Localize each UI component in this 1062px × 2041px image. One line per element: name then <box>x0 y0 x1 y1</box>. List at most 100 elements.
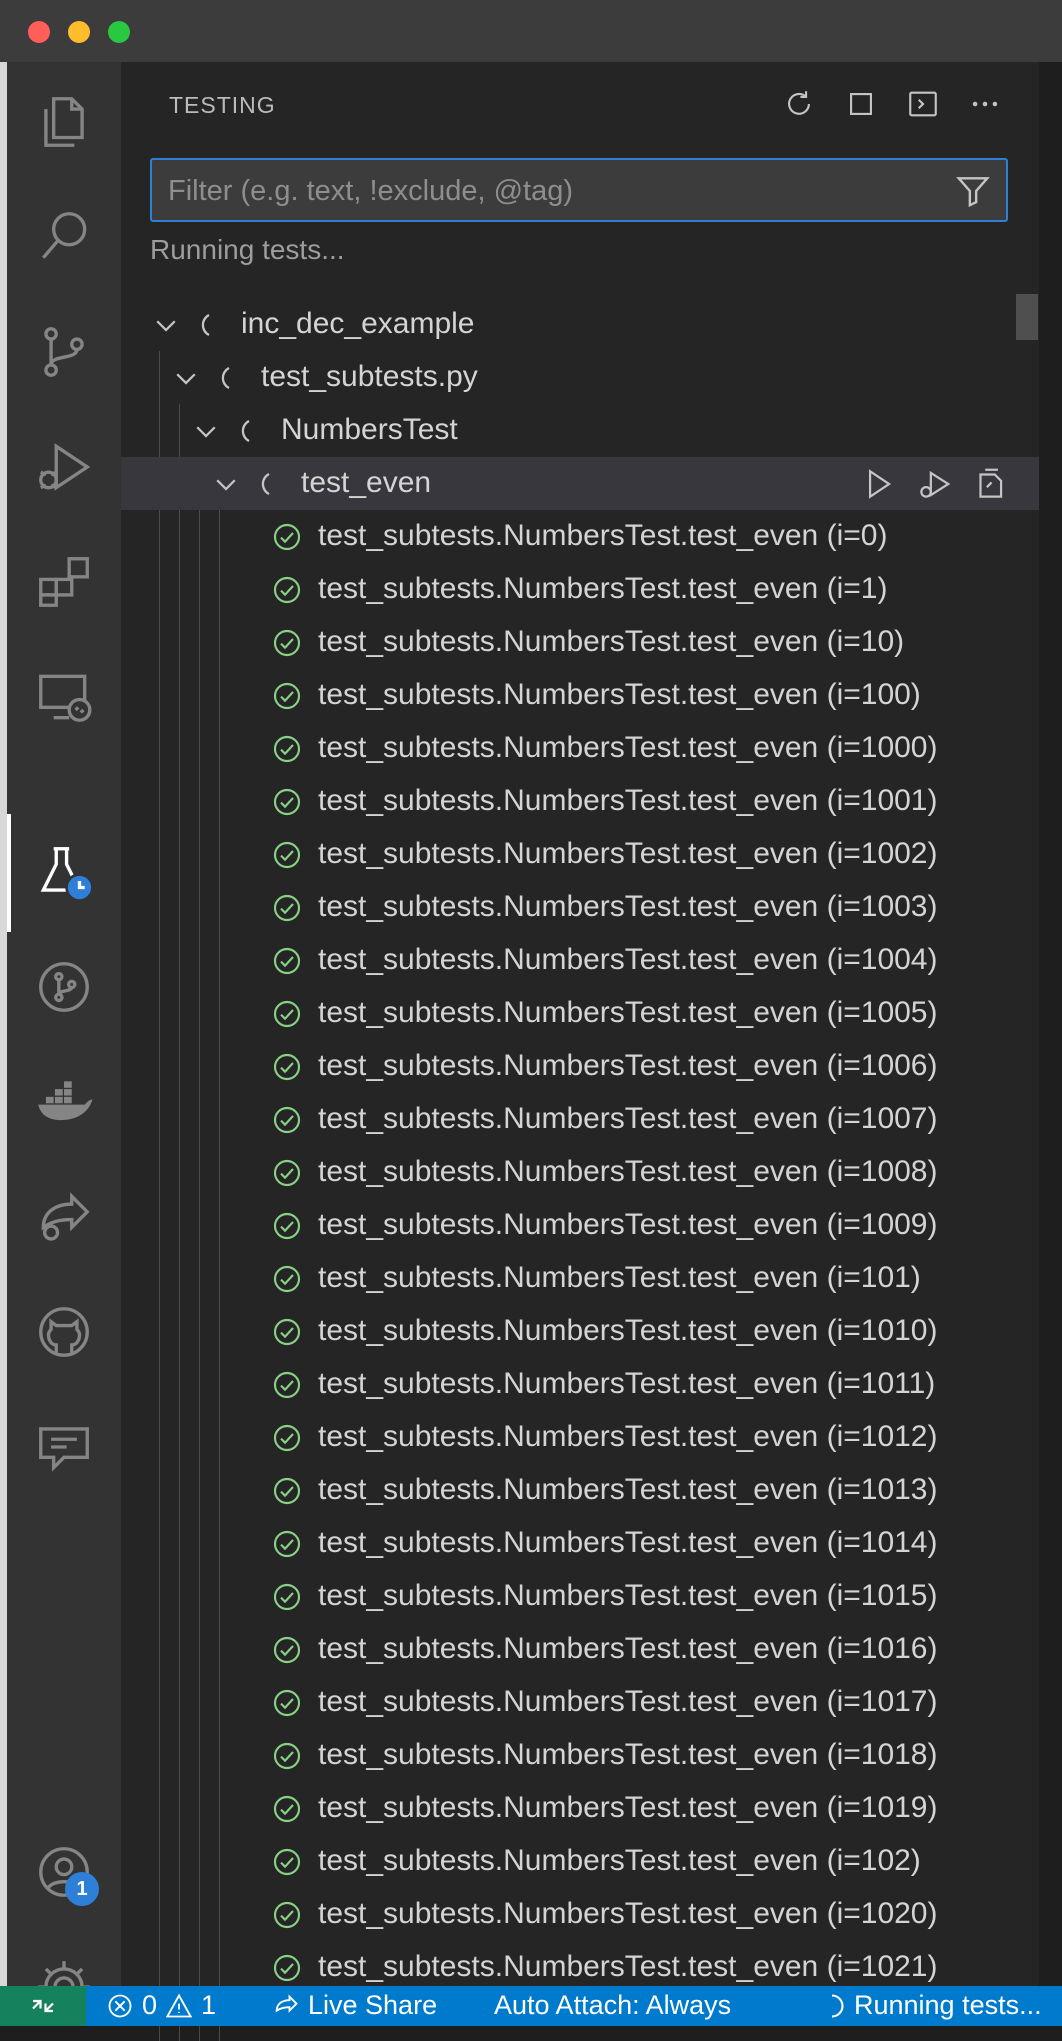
tree-item-subtest[interactable]: test_subtests.NumbersTest.test_even (i=1… <box>121 1358 1039 1411</box>
tree-item-subtest[interactable]: test_subtests.NumbersTest.test_even (i=1… <box>121 1782 1039 1835</box>
tree-item-file[interactable]: test_subtests.py <box>121 351 1039 404</box>
tree-item-subtest[interactable]: test_subtests.NumbersTest.test_even (i=1… <box>121 1199 1039 1252</box>
running-tests-status[interactable]: Running tests... <box>818 1990 1042 2021</box>
tree-item-label: NumbersTest <box>281 413 458 446</box>
tree-item-subtest[interactable]: test_subtests.NumbersTest.test_even (i=1… <box>121 1252 1039 1305</box>
tree-scrollbar-thumb[interactable] <box>1016 294 1038 340</box>
chevron-down-icon[interactable] <box>171 363 201 393</box>
tree-item-subtest[interactable]: test_subtests.NumbersTest.test_even (i=1… <box>121 1729 1039 1782</box>
go-to-test-icon[interactable] <box>971 465 1009 503</box>
tree-item-root[interactable]: inc_dec_example <box>121 298 1039 351</box>
window-titlebar <box>0 0 1062 63</box>
passed-icon <box>273 629 301 657</box>
tree-item-label: test_subtests.NumbersTest.test_even (i=1… <box>318 996 938 1029</box>
filter-icon[interactable] <box>954 172 992 210</box>
tree-item-label: test_subtests.NumbersTest.test_even (i=1… <box>318 890 938 923</box>
spinner-icon <box>221 367 230 389</box>
github-button[interactable] <box>19 1292 109 1372</box>
source-control-button[interactable] <box>19 312 109 392</box>
activity-bar: 1 <box>7 62 121 2013</box>
status-bar: 0 1 Live Share Auto Attach: Always Runni… <box>0 1986 1062 2026</box>
passed-icon <box>273 1954 301 1982</box>
tree-item-subtest[interactable]: test_subtests.NumbersTest.test_even (i=1… <box>121 1305 1039 1358</box>
tree-item-subtest[interactable]: test_subtests.NumbersTest.test_even (i=1… <box>121 669 1039 722</box>
test-filter-box <box>150 158 1008 222</box>
tree-item-subtest[interactable]: test_subtests.NumbersTest.test_even (i=1… <box>121 987 1039 1040</box>
problems-button[interactable]: 0 1 <box>106 1990 216 2021</box>
debug-test-icon[interactable] <box>915 465 953 503</box>
tree-item-label: test_subtests.NumbersTest.test_even (i=1… <box>318 1049 938 1082</box>
auto-attach-button[interactable]: Auto Attach: Always <box>494 1990 731 2021</box>
tree-item-label: test_subtests.NumbersTest.test_even (i=1… <box>318 1526 938 1559</box>
tree-item-subtest[interactable]: test_subtests.NumbersTest.test_even (i=1… <box>121 828 1039 881</box>
remote-indicator-button[interactable] <box>0 1986 86 2026</box>
tree-item-subtest[interactable]: test_subtests.NumbersTest.test_even (i=1… <box>121 1888 1039 1941</box>
chevron-down-icon[interactable] <box>191 416 221 446</box>
passed-icon <box>273 1689 301 1717</box>
extensions-button[interactable] <box>19 542 109 622</box>
tree-item-label: test_subtests.NumbersTest.test_even (i=1… <box>318 1579 938 1612</box>
accounts-button[interactable] <box>19 1832 109 1912</box>
tree-item-subtest[interactable]: test_subtests.NumbersTest.test_even (i=1… <box>121 1570 1039 1623</box>
tree-item-subtest[interactable]: test_subtests.NumbersTest.test_even (i=1… <box>121 1411 1039 1464</box>
tree-item-subtest[interactable]: test_subtests.NumbersTest.test_even (i=1… <box>121 775 1039 828</box>
passed-icon <box>273 576 301 604</box>
tree-item-label: test_subtests.NumbersTest.test_even (i=1… <box>318 625 905 658</box>
live-share-icon <box>275 1993 298 2013</box>
test-filter-input[interactable] <box>166 170 930 212</box>
tree-item-label: test_subtests.NumbersTest.test_even (i=1… <box>318 731 938 764</box>
docker-button[interactable] <box>19 1062 109 1142</box>
tree-item-class[interactable]: NumbersTest <box>121 404 1039 457</box>
tree-item-subtest[interactable]: test_subtests.NumbersTest.test_even (i=1… <box>121 1676 1039 1729</box>
show-output-button[interactable] <box>901 82 945 126</box>
passed-icon <box>273 1159 301 1187</box>
comments-button[interactable] <box>19 1407 109 1487</box>
passed-icon <box>273 1318 301 1346</box>
run-debug-icon <box>39 443 91 491</box>
minimize-window-button[interactable] <box>68 21 90 43</box>
warning-count: 1 <box>201 1990 217 2020</box>
chevron-down-icon[interactable] <box>211 469 241 499</box>
live-share-status-button[interactable]: Live Share <box>272 1990 437 2021</box>
live-share-button[interactable] <box>19 1177 109 1257</box>
tree-item-subtest[interactable]: test_subtests.NumbersTest.test_even (i=1… <box>121 1146 1039 1199</box>
tree-item-subtest[interactable]: test_subtests.NumbersTest.test_even (i=1… <box>121 616 1039 669</box>
run-debug-button[interactable] <box>19 427 109 507</box>
tree-item-subtest[interactable]: test_subtests.NumbersTest.test_even (i=1… <box>121 1464 1039 1517</box>
tree-item-method[interactable]: test_even <box>121 457 1039 510</box>
background-window-edge <box>0 62 7 1986</box>
tree-item-label: inc_dec_example <box>241 307 475 340</box>
tree-item-label: test_subtests.NumbersTest.test_even (i=1… <box>318 1738 938 1771</box>
passed-icon <box>273 841 301 869</box>
stop-tests-button[interactable] <box>839 82 883 126</box>
live-share-label: Live Share <box>308 1990 438 2020</box>
remote-explorer-button[interactable] <box>19 657 109 737</box>
zoom-window-button[interactable] <box>108 21 130 43</box>
tree-item-subtest[interactable]: test_subtests.NumbersTest.test_even (i=1… <box>121 1835 1039 1888</box>
tree-item-subtest[interactable]: test_subtests.NumbersTest.test_even (i=1… <box>121 563 1039 616</box>
passed-icon <box>273 1106 301 1134</box>
tree-item-subtest[interactable]: test_subtests.NumbersTest.test_even (i=1… <box>121 1623 1039 1676</box>
tree-item-subtest[interactable]: test_subtests.NumbersTest.test_even (i=1… <box>121 934 1039 987</box>
tree-item-label: test_subtests.NumbersTest.test_even (i=1… <box>318 1155 938 1188</box>
run-test-icon[interactable] <box>859 465 897 503</box>
passed-icon <box>273 1583 301 1611</box>
tree-item-subtest[interactable]: test_subtests.NumbersTest.test_even (i=1… <box>121 1517 1039 1570</box>
more-actions-button[interactable] <box>963 82 1007 126</box>
tree-item-subtest[interactable]: test_subtests.NumbersTest.test_even (i=0… <box>121 510 1039 563</box>
tree-item-subtest[interactable]: test_subtests.NumbersTest.test_even (i=1… <box>121 1040 1039 1093</box>
comments-icon <box>39 1427 89 1472</box>
close-window-button[interactable] <box>28 21 50 43</box>
passed-icon <box>273 1742 301 1770</box>
files-icon <box>44 97 84 147</box>
testing-button[interactable] <box>19 832 109 912</box>
tree-item-subtest[interactable]: test_subtests.NumbersTest.test_even (i=1… <box>121 881 1039 934</box>
chevron-down-icon[interactable] <box>151 310 181 340</box>
search-button[interactable] <box>19 197 109 277</box>
explorer-button[interactable] <box>19 82 109 162</box>
tree-item-subtest[interactable]: test_subtests.NumbersTest.test_even (i=1… <box>121 1093 1039 1146</box>
panel-title: TESTING <box>169 92 276 118</box>
git-graph-button[interactable] <box>19 947 109 1027</box>
tree-item-subtest[interactable]: test_subtests.NumbersTest.test_even (i=1… <box>121 722 1039 775</box>
refresh-tests-button[interactable] <box>777 82 821 126</box>
